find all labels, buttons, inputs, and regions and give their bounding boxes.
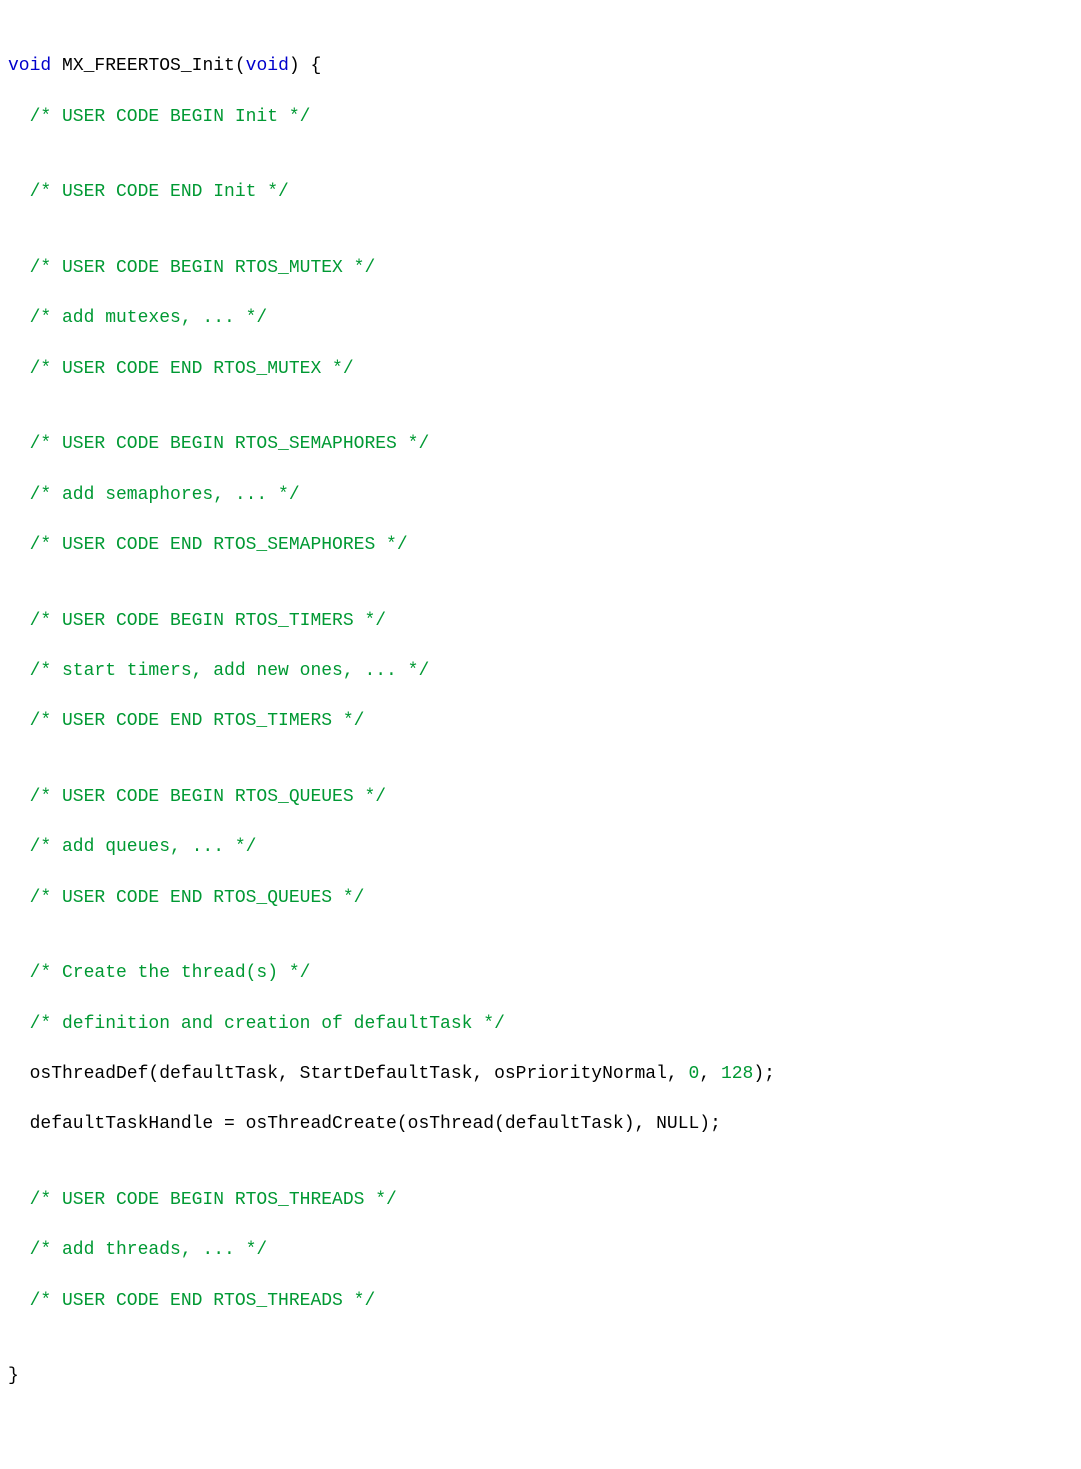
function-name: MX_FREERTOS_Init	[62, 56, 235, 76]
comment-user-begin-init: /* USER CODE BEGIN Init */	[8, 105, 1073, 130]
closing-brace: }	[8, 1364, 1073, 1389]
paren-close-brace: ) {	[289, 56, 321, 76]
comment-user-begin-threads: /* USER CODE BEGIN RTOS_THREADS */	[8, 1188, 1073, 1213]
comment-add-mutexes: /* add mutexes, ... */	[8, 306, 1073, 331]
comment-user-begin-queues: /* USER CODE BEGIN RTOS_QUEUES */	[8, 785, 1073, 810]
comment-user-begin-mutex: /* USER CODE BEGIN RTOS_MUTEX */	[8, 256, 1073, 281]
keyword-void-param: void	[246, 56, 289, 76]
comma-sep: ,	[699, 1064, 721, 1084]
code-line-01: void MX_FREERTOS_Init(void) {	[8, 54, 1073, 79]
comment-user-end-timers: /* USER CODE END RTOS_TIMERS */	[8, 709, 1073, 734]
comment-user-end-init: /* USER CODE END Init */	[8, 180, 1073, 205]
comment-user-end-semaphores: /* USER CODE END RTOS_SEMAPHORES */	[8, 533, 1073, 558]
paren-open: (	[235, 56, 246, 76]
literal-zero: 0	[689, 1064, 700, 1084]
osthreaddef-call-part1: osThreadDef(defaultTask, StartDefaultTas…	[30, 1064, 689, 1084]
comment-user-end-mutex: /* USER CODE END RTOS_MUTEX */	[8, 357, 1073, 382]
comment-user-begin-semaphores: /* USER CODE BEGIN RTOS_SEMAPHORES */	[8, 432, 1073, 457]
comment-add-queues: /* add queues, ... */	[8, 835, 1073, 860]
comment-add-semaphores: /* add semaphores, ... */	[8, 483, 1073, 508]
comment-start-timers: /* start timers, add new ones, ... */	[8, 659, 1073, 684]
osthreaddef-call-end: );	[753, 1064, 775, 1084]
comment-user-begin-timers: /* USER CODE BEGIN RTOS_TIMERS */	[8, 609, 1073, 634]
comment-user-end-threads: /* USER CODE END RTOS_THREADS */	[8, 1289, 1073, 1314]
code-osthread-create: defaultTaskHandle = osThreadCreate(osThr…	[8, 1112, 1073, 1137]
comment-add-threads: /* add threads, ... */	[8, 1238, 1073, 1263]
code-osthread-def: osThreadDef(defaultTask, StartDefaultTas…	[8, 1062, 1073, 1087]
literal-128: 128	[721, 1064, 753, 1084]
comment-definition-defaulttask: /* definition and creation of defaultTas…	[8, 1012, 1073, 1037]
comment-user-end-queues: /* USER CODE END RTOS_QUEUES */	[8, 886, 1073, 911]
keyword-void: void	[8, 56, 51, 76]
comment-create-threads: /* Create the thread(s) */	[8, 961, 1073, 986]
